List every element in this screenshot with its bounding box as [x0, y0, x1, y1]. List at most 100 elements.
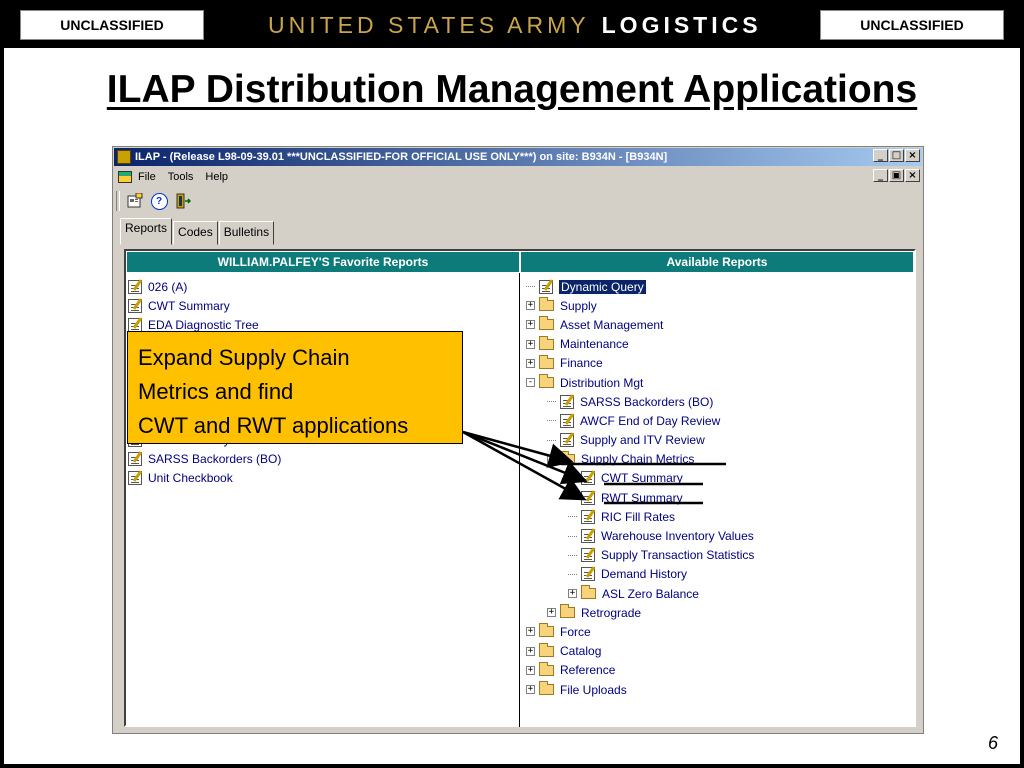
- tree-folder[interactable]: + Force: [526, 622, 754, 641]
- favorite-item-label: EDA Diagnostic Tree: [148, 317, 259, 332]
- folder-icon: [539, 316, 554, 331]
- tree-report[interactable]: Supply and ITV Review: [526, 431, 754, 450]
- folder-icon: [539, 374, 554, 389]
- tree-report[interactable]: RWT Summary: [526, 488, 754, 507]
- favorite-item[interactable]: 026 (A): [128, 277, 281, 296]
- classification-banner-right: UNCLASSIFIED: [820, 10, 1004, 40]
- tree-folder[interactable]: + Retrograde: [526, 603, 754, 622]
- expand-icon[interactable]: +: [526, 339, 535, 349]
- tree-report[interactable]: Warehouse Inventory Values: [526, 526, 754, 545]
- callout-line-3: CWT and RWT applications: [138, 413, 409, 438]
- menu-tools[interactable]: Tools: [168, 171, 194, 183]
- report-icon: [128, 317, 142, 332]
- folder-icon: [539, 354, 554, 369]
- minimize-button[interactable]: _: [873, 149, 888, 162]
- column-divider[interactable]: [519, 273, 520, 727]
- help-icon[interactable]: ?: [150, 192, 168, 210]
- favorite-item-label: CWT Summary: [148, 298, 230, 313]
- tree-item-label: Catalog: [560, 644, 602, 659]
- collapse-icon[interactable]: -: [526, 378, 535, 388]
- window-controls: _ □ ×: [873, 149, 920, 162]
- folder-icon: [539, 642, 554, 657]
- expand-icon[interactable]: +: [568, 589, 577, 599]
- tree-connector: [568, 516, 577, 518]
- mdi-minimize-button[interactable]: _: [873, 169, 888, 182]
- tree-item-label: Reference: [560, 663, 616, 678]
- toolbar-grip: [116, 191, 120, 211]
- expand-icon[interactable]: +: [526, 301, 535, 311]
- tree-folder[interactable]: + Finance: [526, 354, 754, 373]
- tab-codes[interactable]: Codes: [173, 221, 218, 245]
- expand-icon[interactable]: +: [526, 685, 535, 695]
- window-titlebar[interactable]: ILAP - (Release L98-09-39.01 ***UNCLASSI…: [114, 148, 922, 166]
- tree-item-label: Warehouse Inventory Values: [601, 529, 754, 544]
- expand-icon[interactable]: +: [526, 627, 535, 637]
- favorite-item[interactable]: SARSS Backorders (BO): [128, 450, 281, 469]
- favorite-item[interactable]: CWT Summary: [128, 296, 281, 315]
- expand-icon[interactable]: +: [526, 646, 535, 656]
- report-icon: [128, 452, 142, 467]
- tree-report[interactable]: Demand History: [526, 565, 754, 584]
- report-icon: [560, 394, 574, 409]
- expand-icon[interactable]: +: [526, 665, 535, 675]
- expand-icon[interactable]: +: [526, 320, 535, 330]
- tree-folder[interactable]: + Catalog: [526, 642, 754, 661]
- properties-icon[interactable]: [126, 192, 144, 210]
- menu-help[interactable]: Help: [205, 171, 228, 183]
- tree-item-label: RWT Summary: [601, 490, 683, 505]
- mdi-close-button[interactable]: ×: [905, 169, 920, 182]
- folder-icon: [539, 297, 554, 312]
- folder-icon: [581, 585, 596, 600]
- org-title-main: UNITED STATES ARMY: [268, 11, 590, 38]
- tree-folder[interactable]: + ASL Zero Balance: [526, 584, 754, 603]
- tree-folder[interactable]: + File Uploads: [526, 680, 754, 699]
- menu-file[interactable]: File: [138, 171, 156, 183]
- tree-report[interactable]: Supply Transaction Statistics: [526, 546, 754, 565]
- tab-bulletins[interactable]: Bulletins: [218, 221, 275, 245]
- tree-connector: [547, 401, 556, 403]
- tree-report[interactable]: AWCF End of Day Review: [526, 411, 754, 430]
- report-icon: [128, 298, 142, 313]
- favorite-item[interactable]: Unit Checkbook: [128, 469, 281, 488]
- expand-icon[interactable]: +: [526, 358, 535, 368]
- report-icon: [560, 433, 574, 448]
- tree-report[interactable]: RIC Fill Rates: [526, 507, 754, 526]
- report-icon: [581, 548, 595, 563]
- tree-folder[interactable]: - Distribution Mgt: [526, 373, 754, 392]
- close-button[interactable]: ×: [905, 149, 920, 162]
- tree-connector: [568, 573, 577, 575]
- tree-report[interactable]: CWT Summary: [526, 469, 754, 488]
- folder-icon: [560, 604, 575, 619]
- tab-reports[interactable]: Reports: [120, 218, 173, 245]
- tree-connector: [568, 497, 577, 499]
- tree-item-label: Dynamic Query: [559, 279, 646, 294]
- collapse-icon[interactable]: -: [547, 454, 556, 464]
- exit-icon[interactable]: [174, 192, 192, 210]
- mdi-document-icon[interactable]: [118, 171, 132, 183]
- mdi-restore-button[interactable]: ▣: [889, 169, 904, 182]
- report-icon: [560, 413, 574, 428]
- tree-report[interactable]: SARSS Backorders (BO): [526, 392, 754, 411]
- tree-folder[interactable]: + Asset Management: [526, 315, 754, 334]
- tree-item-label: Supply Chain Metrics: [581, 452, 695, 467]
- report-icon: [539, 279, 553, 294]
- expand-icon[interactable]: +: [547, 608, 556, 618]
- folder-icon: [560, 450, 575, 465]
- folder-icon: [539, 623, 554, 638]
- tree-item-label: AWCF End of Day Review: [580, 413, 721, 428]
- available-header: Available Reports: [520, 251, 914, 273]
- tree-report[interactable]: Dynamic Query: [526, 277, 754, 296]
- report-icon: [581, 509, 595, 524]
- tree-item-label: Maintenance: [560, 337, 629, 352]
- org-title: UNITED STATES ARMY LOGISTICS: [268, 10, 762, 40]
- tree-folder[interactable]: + Supply: [526, 296, 754, 315]
- tree-item-label: Finance: [560, 356, 603, 371]
- folder-icon: [539, 661, 554, 676]
- maximize-button[interactable]: □: [889, 149, 904, 162]
- callout-line-1: Expand Supply Chain: [138, 345, 350, 370]
- tree-folder[interactable]: + Maintenance: [526, 335, 754, 354]
- tree-folder[interactable]: + Reference: [526, 661, 754, 680]
- tree-folder[interactable]: - Supply Chain Metrics: [526, 450, 754, 469]
- callout-line-2: Metrics and find: [138, 379, 294, 404]
- tree-item-label: File Uploads: [560, 682, 627, 697]
